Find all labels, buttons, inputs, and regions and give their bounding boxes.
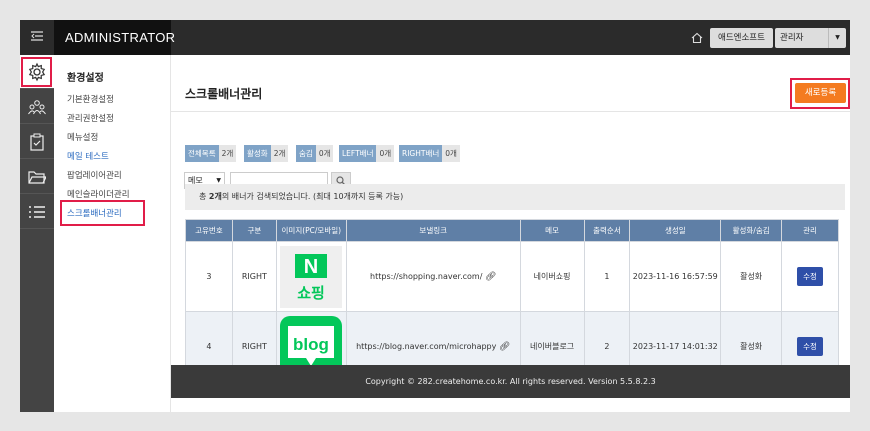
logo-n-text: N (304, 256, 318, 278)
top-bar: ADMINISTRATOR 애드엔소프트 관리자 ▼ (20, 20, 850, 55)
result-count: 2개 (208, 192, 222, 201)
users-icon[interactable] (20, 90, 54, 124)
cell-link: https://shopping.naver.com/ 🔗︎ (345, 241, 521, 312)
clipboard-icon[interactable] (20, 125, 54, 159)
column-header: 활성화/숨김 (720, 219, 783, 242)
result-info-text: 의 배너가 검색되었습니다. (최대 10개까지 등록 가능) (221, 192, 404, 201)
footer: Copyright © 282.createhome.co.kr. All ri… (171, 365, 850, 398)
cell-order: 1 (583, 241, 631, 312)
filter-count: 2개 (218, 145, 237, 162)
sidebar-item-menu-settings[interactable]: 메뉴설정 (67, 131, 98, 143)
filter-all[interactable]: 전체목록 2개 (185, 145, 237, 162)
cell-memo: 네이버쇼핑 (519, 241, 585, 312)
submenu-title: 환경설정 (67, 73, 104, 84)
filter-label: 활성화 (244, 145, 271, 162)
filter-label: RIGHT배너 (399, 145, 443, 162)
edit-button[interactable]: 수정 (797, 267, 823, 286)
divider (171, 111, 850, 112)
cell-type: RIGHT (231, 241, 277, 312)
admin-window: ADMINISTRATOR 애드엔소프트 관리자 ▼ 환경설정 기본환경설정 관… (20, 20, 850, 412)
filter-count: 0개 (442, 145, 460, 162)
column-header: 메모 (519, 219, 585, 242)
banner-table: 고유번호 구분 이미지(PC/모바일) 보낼링크 메모 출력순서 생성일 활성화… (185, 219, 839, 382)
cell-action: 수정 (781, 241, 839, 312)
filter-count: 0개 (315, 145, 334, 162)
link-text[interactable]: https://blog.naver.com/microhappy (356, 342, 496, 351)
highlight-box (21, 57, 52, 87)
sidebar-item-popup-layer[interactable]: 팝업레이어관리 (67, 169, 122, 181)
icon-sidebar (20, 55, 54, 412)
link-icon[interactable]: 🔗︎ (499, 342, 510, 352)
filter-active[interactable]: 활성화 2개 (244, 145, 289, 162)
table-header-row: 고유번호 구분 이미지(PC/모바일) 보낼링크 메모 출력순서 생성일 활성화… (185, 219, 839, 242)
filter-label: LEFT배너 (339, 145, 377, 162)
list-icon[interactable] (20, 195, 54, 229)
link-icon[interactable]: 🔗︎ (485, 272, 496, 282)
filter-left-banner[interactable]: LEFT배너 0개 (339, 145, 395, 162)
naver-shopping-logo[interactable]: N 쇼핑 (280, 245, 343, 308)
filter-count: 2개 (270, 145, 289, 162)
highlight-box (60, 200, 145, 226)
link-text[interactable]: https://shopping.naver.com/ (370, 272, 482, 281)
filter-label: 전체목록 (185, 145, 219, 162)
filter-right-banner[interactable]: RIGHT배너 0개 (399, 145, 460, 162)
highlight-box (790, 78, 850, 109)
cell-id: 3 (185, 241, 233, 312)
cell-image: N 쇼핑 (275, 241, 347, 312)
admin-dropdown-label: 관리자 (780, 33, 804, 43)
table-row: 3 RIGHT N 쇼핑 https://shopping.naver.com/… (185, 241, 839, 312)
column-header: 관리 (781, 219, 839, 242)
company-button[interactable]: 애드엔소프트 (710, 28, 773, 48)
sidebar-item-admin-permissions[interactable]: 관리권한설정 (67, 112, 114, 124)
folder-icon[interactable] (20, 160, 54, 194)
settings-submenu: 환경설정 기본환경설정 관리권한설정 메뉴설정 메일 테스트 팝업레이어관리 메… (54, 55, 171, 412)
home-icon[interactable] (690, 30, 704, 44)
sidebar-item-basic-settings[interactable]: 기본환경설정 (67, 93, 114, 105)
main-content: 스크롤배너관리 새로등록 전체목록 2개 활성화 2개 숨김 0개 LEFT배너… (171, 55, 850, 412)
page-title: 스크롤배너관리 (185, 87, 263, 101)
column-header: 출력순서 (583, 219, 631, 242)
menu-collapse-icon[interactable] (20, 20, 54, 55)
column-header: 이미지(PC/모바일) (275, 219, 347, 242)
column-header: 고유번호 (185, 219, 233, 242)
filter-hidden[interactable]: 숨김 0개 (296, 145, 334, 162)
filter-label: 숨김 (296, 145, 316, 162)
column-header: 보낼링크 (345, 219, 521, 242)
filter-count: 0개 (376, 145, 395, 162)
result-info: 총 2개의 배너가 검색되었습니다. (최대 10개까지 등록 가능) (185, 184, 845, 210)
sidebar-item-mail-test[interactable]: 메일 테스트 (67, 150, 109, 162)
sidebar-item-main-slider[interactable]: 메인슬라이더관리 (67, 188, 130, 200)
cell-created: 2023-11-16 16:57:59 (629, 241, 722, 312)
result-info-prefix: 총 (199, 192, 209, 201)
admin-dropdown[interactable]: 관리자 ▼ (775, 28, 846, 48)
logo-blog-text: blog (293, 335, 329, 354)
column-header: 생성일 (629, 219, 722, 242)
edit-button[interactable]: 수정 (797, 337, 823, 356)
brand-title: ADMINISTRATOR (54, 20, 175, 55)
logo-shopping-text: 쇼핑 (297, 284, 325, 302)
caret-down-icon: ▼ (828, 28, 846, 48)
column-header: 구분 (231, 219, 277, 242)
cell-status: 활성화 (720, 241, 783, 312)
